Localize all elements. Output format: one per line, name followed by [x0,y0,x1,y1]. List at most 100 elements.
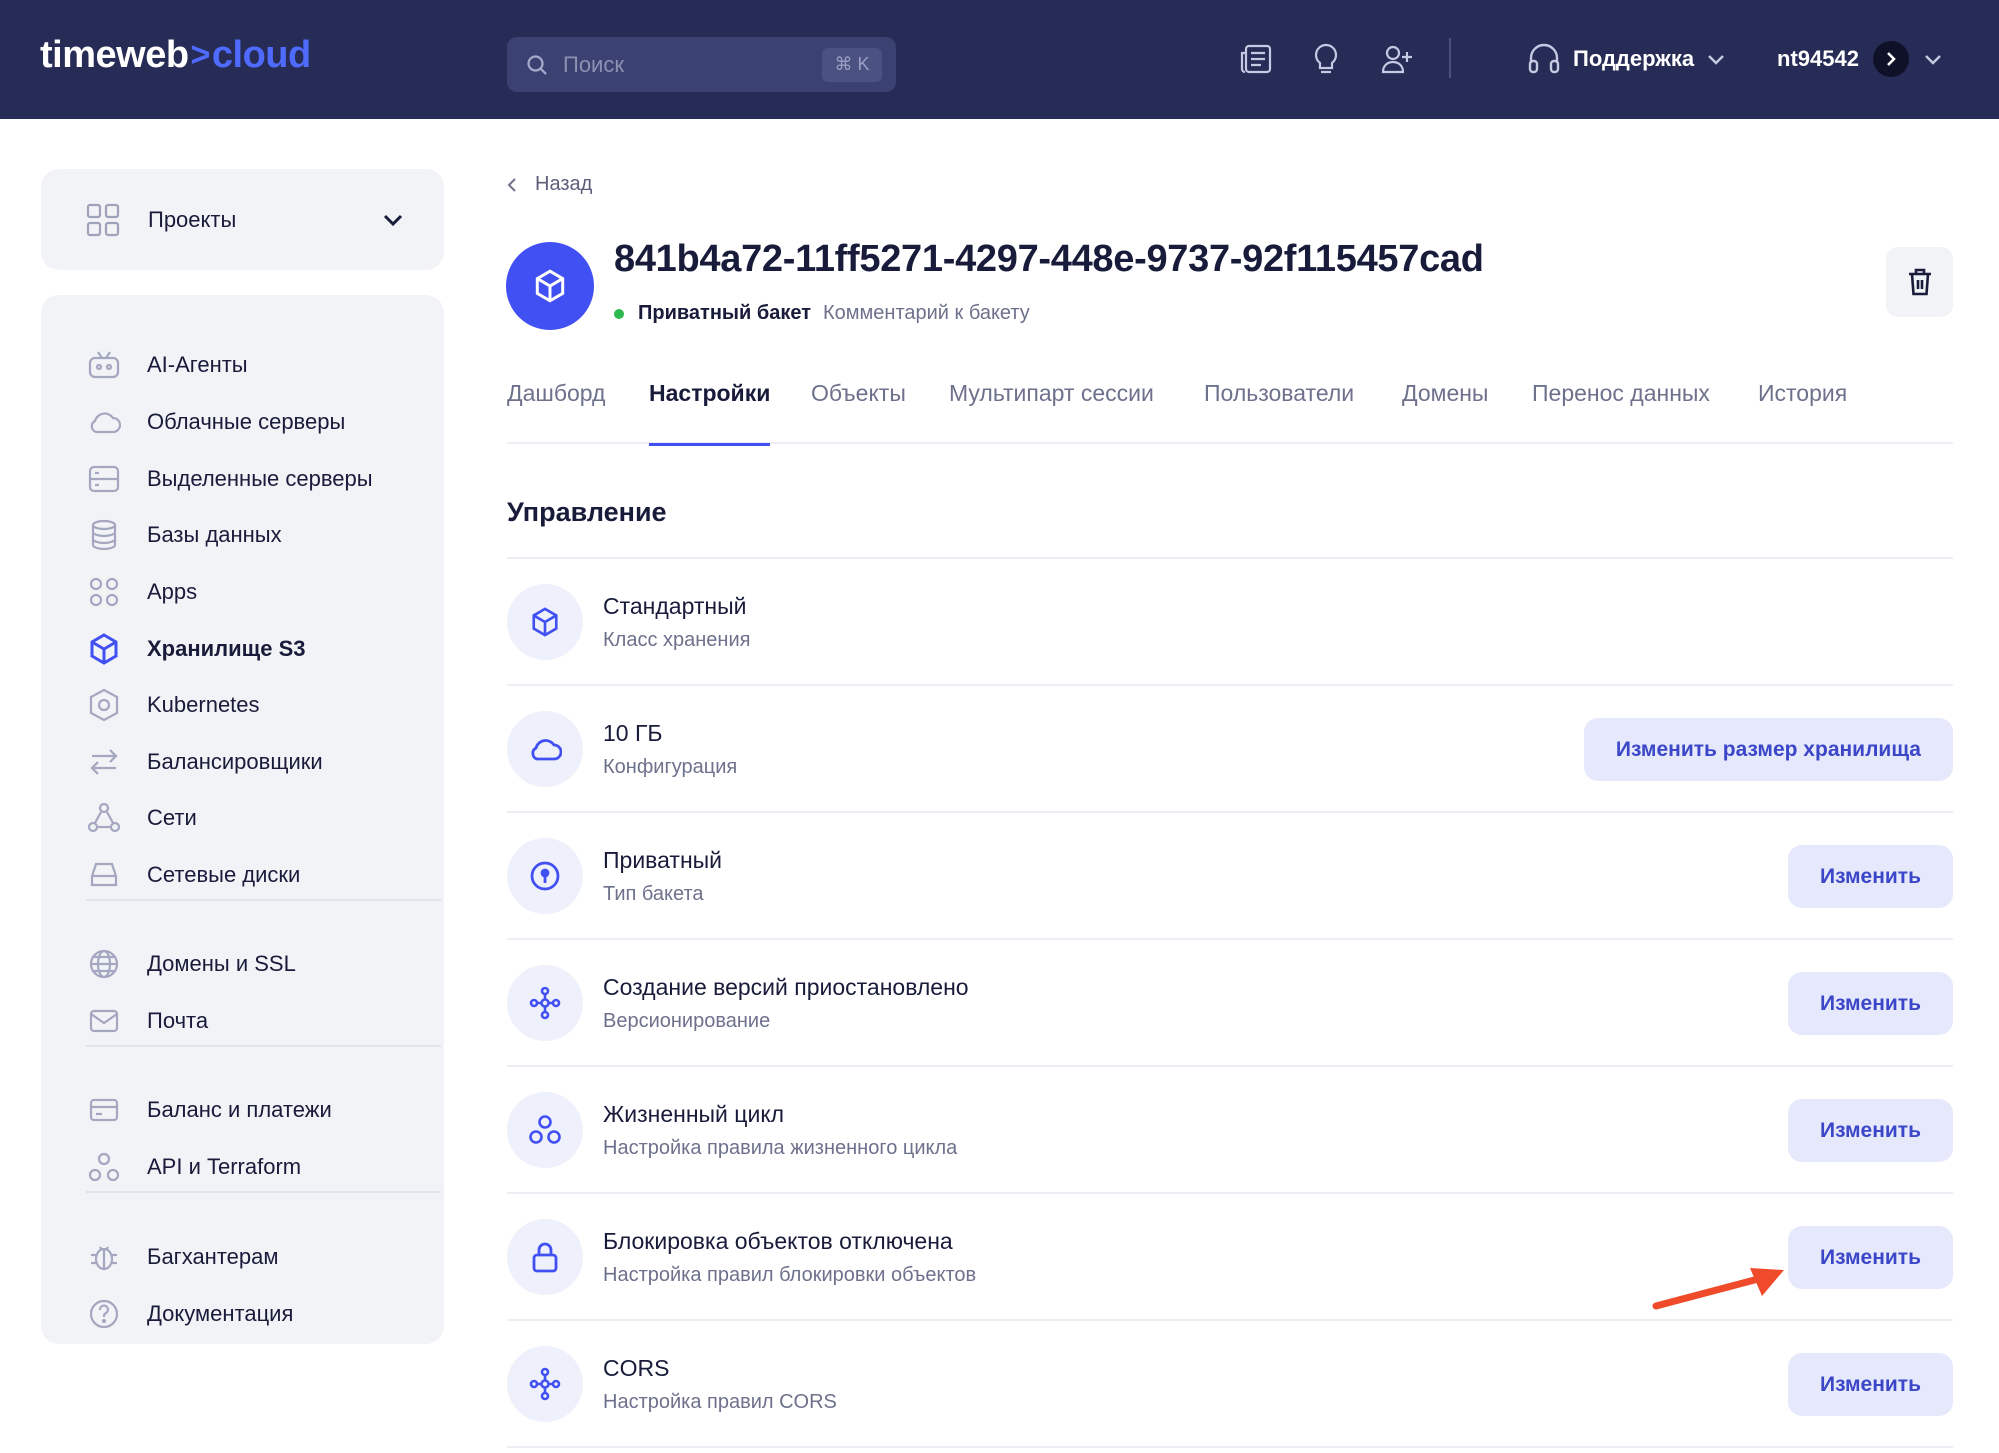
projects-selector[interactable]: Проекты [41,169,444,270]
setting-row-storage-class: Стандартный Класс хранения [507,559,1953,686]
headset-icon [1528,43,1560,74]
sidebar-item-balancers[interactable]: Балансировщики [86,742,323,782]
sidebar-item-label: Сети [147,805,197,830]
sidebar-item-cloud-servers[interactable]: Облачные серверы [86,402,345,442]
globe-icon [86,946,122,982]
sidebar-item-label: Домены и SSL [147,951,296,976]
change-lifecycle-button[interactable]: Изменить [1787,1099,1953,1162]
tab-domains[interactable]: Домены [1402,380,1488,444]
header-divider [1449,38,1451,78]
sidebar-item-apps[interactable]: Apps [86,572,197,612]
tab-data-transfer[interactable]: Перенос данных [1532,380,1710,444]
lightbulb-icon[interactable] [1307,40,1345,78]
user-badge [1872,41,1909,77]
sidebar-item-label: Базы данных [147,522,282,547]
sidebar-item-label: API и Terraform [147,1154,302,1179]
tab-history[interactable]: История [1758,380,1847,444]
sidebar-item-networks[interactable]: Сети [86,798,197,838]
setting-subtitle: Настройка правила жизненного цикла [603,1137,958,1159]
change-bucket-type-button[interactable]: Изменить [1787,845,1953,908]
sidebar-item-dedicated-servers[interactable]: Выделенные серверы [86,459,373,499]
user-menu[interactable]: nt94542 [1777,40,1943,78]
mail-icon [86,1003,122,1039]
lock-icon [507,1219,583,1295]
kubernetes-icon [86,687,122,723]
setting-subtitle: Конфигурация [603,756,738,778]
chevron-right-icon [1887,52,1896,66]
brand-logo[interactable]: timeweb > cloud [40,34,311,77]
sidebar-item-domains-ssl[interactable]: Домены и SSL [86,944,296,984]
robot-icon [86,347,122,383]
setting-subtitle: Версионирование [603,1010,771,1032]
top-bar: timeweb > cloud Поиск ⌘ K Поддержка nt94… [0,0,1999,119]
tab-objects[interactable]: Объекты [811,380,906,444]
support-menu[interactable]: Поддержка [1527,40,1726,78]
bucket-tabs: Дашборд Настройки Объекты Мультипарт сес… [507,380,1953,446]
sidebar-item-label: Apps [147,579,198,604]
sidebar-item-label: Хранилище S3 [147,636,306,661]
sidebar-item-network-disks[interactable]: Сетевые диски [86,855,300,895]
bucket-comment[interactable]: Комментарий к бакету [823,302,1030,325]
username: nt94542 [1777,46,1859,71]
sidebar-item-ai-agents[interactable]: AI-Агенты [86,345,248,385]
sidebar-item-label: Багхантерам [147,1244,279,1269]
setting-row-versioning: Создание версий приостановлено Версионир… [507,940,1953,1067]
brand-arrow: > [190,36,211,74]
tab-users[interactable]: Пользователи [1204,380,1354,444]
brand-name-right: cloud [211,34,311,76]
sidebar-item-kubernetes[interactable]: Kubernetes [86,685,260,725]
balancer-icon [86,744,122,780]
search-placeholder: Поиск [563,51,624,77]
cube-icon [535,269,565,303]
apps-icon [86,574,122,610]
setting-row-lifecycle: Жизненный цикл Настройка правила жизненн… [507,1067,1953,1194]
share-icon [507,1346,583,1422]
sidebar-item-billing[interactable]: Баланс и платежи [86,1090,332,1130]
search-shortcut: ⌘ K [822,47,882,82]
change-object-lock-button[interactable]: Изменить [1787,1226,1953,1289]
chevron-down-icon [1925,55,1941,65]
sidebar-item-bug-bounty[interactable]: Багхантерам [86,1237,279,1277]
tab-dashboard[interactable]: Дашборд [507,380,605,444]
sidebar-divider [86,1191,441,1193]
sidebar-item-s3-storage[interactable]: Хранилище S3 [86,629,305,669]
setting-subtitle: Тип бакета [603,883,704,905]
change-cors-button[interactable]: Изменить [1787,1353,1953,1416]
setting-title: Приватный [603,847,723,873]
network-icon [86,800,122,836]
bug-icon [86,1239,122,1275]
news-icon[interactable] [1237,40,1275,78]
sidebar-item-mail[interactable]: Почта [86,1001,208,1041]
setting-title: Жизненный цикл [603,1101,785,1127]
delete-bucket-button[interactable] [1886,247,1953,317]
grid-icon [86,203,120,236]
change-versioning-button[interactable]: Изменить [1787,972,1953,1035]
setting-subtitle: Класс хранения [603,629,751,651]
tab-multipart[interactable]: Мультипарт сессии [949,380,1154,444]
sidebar-item-label: Kubernetes [147,692,260,717]
lifecycle-icon [507,1092,583,1168]
sidebar-item-docs[interactable]: Документация [86,1294,293,1334]
cube-icon [507,584,583,660]
cloud-icon [507,711,583,787]
sidebar-item-label: Балансировщики [147,749,323,774]
tab-settings[interactable]: Настройки [649,380,771,446]
bucket-avatar [506,242,594,330]
setting-subtitle: Настройка правил CORS [603,1391,837,1413]
key-icon [507,838,583,914]
sidebar-item-api-terraform[interactable]: API и Terraform [86,1147,301,1187]
sidebar-item-label: Документация [147,1301,294,1326]
disk-icon [86,857,122,893]
search-icon [527,54,547,75]
resize-storage-button[interactable]: Изменить размер хранилища [1583,718,1953,781]
sidebar-item-label: Выделенные серверы [147,466,373,491]
sidebar-item-label: Облачные серверы [147,409,346,434]
support-label: Поддержка [1573,46,1695,71]
setting-subtitle: Настройка правил блокировки объектов [603,1264,977,1286]
chevron-left-icon [507,177,516,192]
card-icon [86,1092,122,1128]
back-link[interactable]: Назад [507,173,592,196]
sidebar-item-databases[interactable]: Базы данных [86,515,282,555]
add-user-icon[interactable] [1378,40,1416,78]
search-box[interactable]: Поиск ⌘ K [507,37,896,92]
